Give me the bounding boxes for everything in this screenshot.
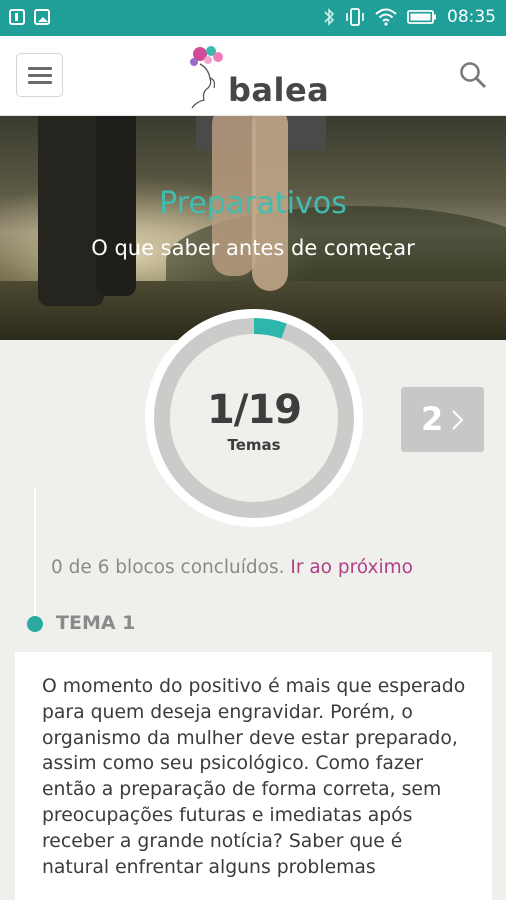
status-time: 08:35: [447, 7, 496, 27]
logo-text: balea: [228, 71, 330, 109]
menu-button[interactable]: [16, 53, 63, 97]
logo-woman-icon: [190, 46, 223, 109]
hamburger-menu-icon: [28, 67, 52, 70]
tema-label: TEMA 1: [56, 612, 136, 634]
chevron-right-icon: [452, 410, 464, 430]
next-topic-button[interactable]: 2: [401, 387, 484, 452]
balea-logo: balea: [186, 44, 336, 110]
battery-icon: [407, 10, 436, 24]
progress-label: Temas: [227, 436, 281, 454]
hamburger-line: [28, 81, 52, 84]
image-icon: [34, 9, 50, 25]
notification-icon: [9, 9, 25, 25]
blocks-status-text: 0 de 6 blocos concluídos.: [51, 557, 285, 578]
search-icon[interactable]: [458, 60, 488, 90]
topics-progress-circle: 1/19 Temas: [143, 307, 365, 529]
app-header: balea: [0, 36, 506, 116]
status-right-icons: 08:35: [323, 7, 496, 27]
wifi-icon: [375, 8, 397, 26]
bluetooth-icon: [324, 8, 335, 26]
next-topic-number: 2: [421, 400, 444, 438]
timeline-line: [34, 488, 36, 626]
progress-count: 1/19: [206, 387, 302, 433]
hero-subtitle: O que saber antes de começar: [91, 236, 415, 260]
tema-text: O momento do positivo é mais que esperad…: [42, 676, 466, 878]
hero-title: Preparativos: [159, 186, 347, 221]
go-to-next-link[interactable]: Ir ao próximo: [290, 557, 413, 578]
blocks-status: 0 de 6 blocos concluídos. Ir ao próximo: [51, 557, 413, 578]
status-bar: 08:35: [0, 0, 506, 36]
tema-card[interactable]: O momento do positivo é mais que esperad…: [15, 652, 492, 900]
status-left-icons: [9, 9, 50, 25]
vibrate-icon: [346, 8, 364, 26]
timeline-dot: [27, 616, 43, 632]
hamburger-line: [28, 74, 52, 77]
